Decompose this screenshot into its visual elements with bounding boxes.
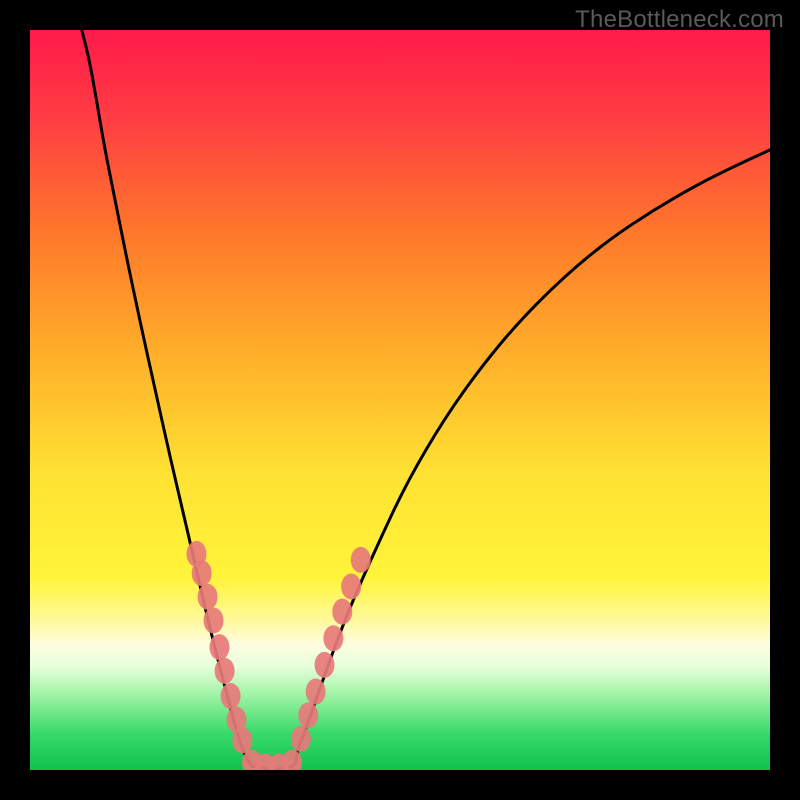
marker-dot <box>298 702 318 728</box>
chart-svg <box>30 30 770 770</box>
marker-dot <box>192 560 212 586</box>
plot-area <box>30 30 770 770</box>
marker-dot <box>204 608 224 634</box>
gradient-background <box>30 30 770 770</box>
marker-dot <box>232 727 252 753</box>
marker-dot <box>332 599 352 625</box>
marker-dot <box>215 658 235 684</box>
marker-dot <box>341 573 361 599</box>
frame: TheBottleneck.com <box>0 0 800 800</box>
marker-dot <box>315 652 335 678</box>
marker-dot <box>198 584 218 610</box>
marker-dot <box>209 634 229 660</box>
marker-dot <box>291 726 311 752</box>
marker-dot <box>306 679 326 705</box>
marker-dot <box>221 683 241 709</box>
marker-dot <box>323 625 343 651</box>
marker-dot <box>351 547 371 573</box>
